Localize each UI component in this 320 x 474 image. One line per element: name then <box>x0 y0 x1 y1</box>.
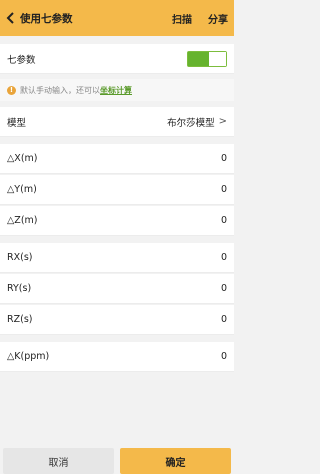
param-label: △X(m) <box>7 153 38 164</box>
param-row-rz[interactable]: RZ(s) 0 <box>0 305 234 335</box>
header-bar: 使用七参数 扫描 分享 <box>0 0 234 36</box>
coordinate-calc-link[interactable]: 坐标计算 <box>100 85 132 96</box>
param-value-input[interactable]: 0 <box>221 283 227 294</box>
model-value: 布尔莎模型 <box>167 117 215 129</box>
param-value-input[interactable]: 0 <box>221 314 227 325</box>
param-value-input[interactable]: 0 <box>221 351 227 362</box>
scan-button[interactable]: 扫描 <box>172 11 192 26</box>
param-row-dy[interactable]: △Y(m) 0 <box>0 175 234 205</box>
chevron-left-icon <box>6 12 14 24</box>
info-icon: ! <box>7 85 16 95</box>
param-label: RX(s) <box>7 252 33 263</box>
param-label: △Y(m) <box>7 184 37 195</box>
param-value-input[interactable]: 0 <box>221 215 227 226</box>
param-value-input[interactable]: 0 <box>221 153 227 164</box>
param-row-dz[interactable]: △Z(m) 0 <box>0 206 234 236</box>
param-label: RY(s) <box>7 283 32 294</box>
hint-text: 默认手动输入，还可以 <box>20 85 100 95</box>
chevron-right-icon: > <box>218 116 227 127</box>
seven-params-row: 七参数 <box>0 44 234 74</box>
param-row-dx[interactable]: △X(m) 0 <box>0 144 234 174</box>
share-button[interactable]: 分享 <box>208 11 228 26</box>
model-row[interactable]: 模型 布尔莎模型 > <box>0 107 234 137</box>
toggle-off-segment <box>209 51 226 66</box>
hint-bar: ! 默认手动输入，还可以 坐标计算 <box>0 79 234 101</box>
page-title: 使用七参数 <box>20 12 73 25</box>
param-value-input[interactable]: 0 <box>221 252 227 263</box>
confirm-button[interactable]: 确定 <box>120 448 231 474</box>
seven-params-toggle[interactable] <box>187 50 227 67</box>
back-button[interactable] <box>2 0 20 36</box>
param-label: △K(ppm) <box>7 351 50 362</box>
model-label: 模型 <box>7 117 27 129</box>
param-row-ry[interactable]: RY(s) 0 <box>0 274 234 304</box>
param-row-dk[interactable]: △K(ppm) 0 <box>0 342 234 372</box>
param-row-rx[interactable]: RX(s) 0 <box>0 243 234 273</box>
cancel-button[interactable]: 取消 <box>3 448 114 474</box>
toggle-on-segment <box>188 51 209 66</box>
seven-params-label: 七参数 <box>7 54 36 66</box>
param-label: RZ(s) <box>7 314 33 325</box>
param-value-input[interactable]: 0 <box>221 184 227 195</box>
footer-bar: 取消 确定 <box>0 446 234 474</box>
param-label: △Z(m) <box>7 215 38 226</box>
